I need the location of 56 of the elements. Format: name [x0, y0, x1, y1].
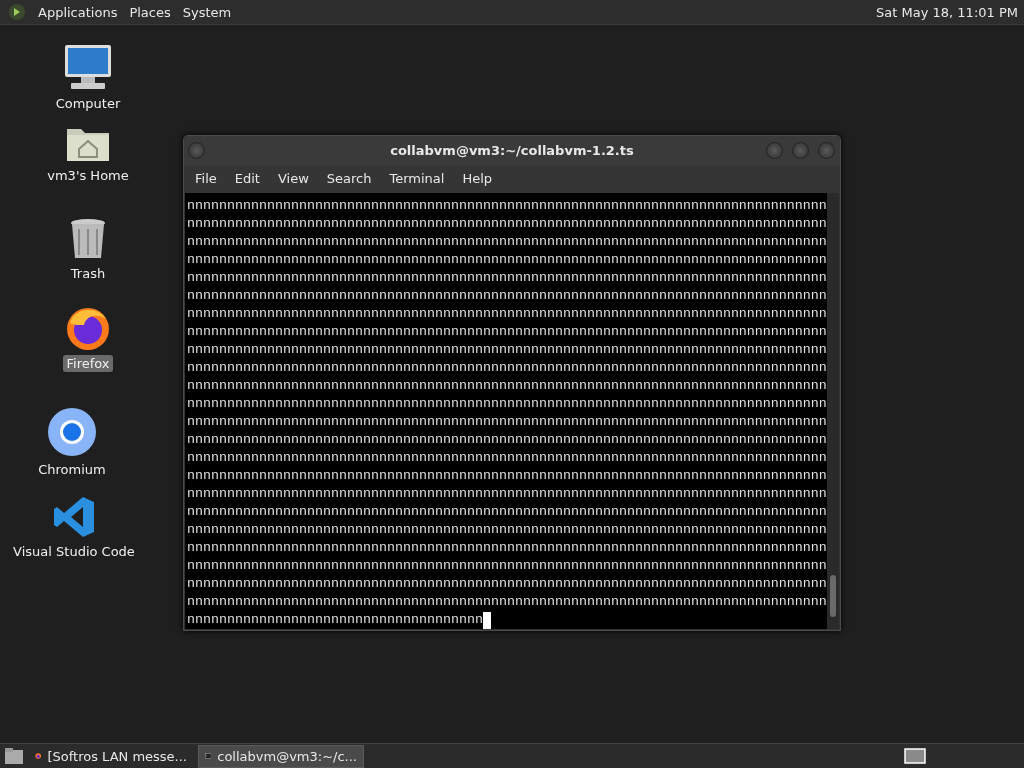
terminal-line: nnnnnnnnnnnnnnnnnnnnnnnnnnnnnnnnnnnnnnnnnnnnnnnnnnnnnnnnnnnnnnnnnnnnnnnnnnnnnnnn	[187, 323, 827, 341]
terminal-line: nnnnnnnnnnnnnnnnnnnnnnnnnnnnnnnnnnnnnnnnnnnnnnnnnnnnnnnnnnnnnnnnnnnnnnnnnnnnnnnn	[187, 521, 827, 539]
terminal-line: nnnnnnnnnnnnnnnnnnnnnnnnnnnnnnnnnnnnnnnnnnnnnnnnnnnnnnnnnnnnnnnnnnnnnnnnnnnnnnnn	[187, 575, 827, 593]
terminal-line: nnnnnnnnnnnnnnnnnnnnnnnnnnnnnnnnnnnnnnnnnnnnnnnnnnnnnnnnnnnnnnnnnnnnnnnnnnnnnnnn	[187, 539, 827, 557]
menu-item[interactable]: Terminal	[380, 171, 454, 187]
chromium-icon	[47, 407, 97, 457]
terminal-line: nnnnnnnnnnnnnnnnnnnnnnnnnnnnnnnnnnnnnnnnnnnnnnnnnnnnnnnnnnnnnnnnnnnnnnnnnnnnnnnn	[187, 359, 827, 377]
maximize-button[interactable]	[792, 142, 809, 159]
trash-icon	[69, 217, 107, 261]
app-menu-icon[interactable]	[8, 3, 26, 21]
desktop-icon-label[interactable]: Visual Studio Code	[10, 543, 138, 560]
terminal-line: nnnnnnnnnnnnnnnnnnnnnnnnnnnnnnnnnnnnnnnnnnnnnnnnnnnnnnnnnnnnnnnnnnnnnnnnnnnnnnnn	[187, 287, 827, 305]
terminal-line: nnnnnnnnnnnnnnnnnnnnnnnnnnnnnnnnnnnnnnnnnnnnnnnnnnnnnnnnnnnnnnnnnnnnnnnnnnnnnnnn	[187, 215, 827, 233]
close-button[interactable]	[818, 142, 835, 159]
terminal-line: nnnnnnnnnnnnnnnnnnnnnnnnnnnnnnnnnnnnnnnnnnnnnnnnnnnnnnnnnnnnnnnnnnnnnnnnnnnnnnnn	[187, 395, 827, 413]
terminal-line: nnnnnnnnnnnnnnnnnnnnnnnnnnnnnnnnnnnnnnnnnnnnnnnnnnnnnnnnnnnnnnnnnnnnnnnnnnnnnnnn	[187, 197, 827, 215]
menu-item[interactable]: Search	[317, 171, 381, 187]
panel-menu[interactable]: Places	[129, 4, 171, 20]
taskbar-button[interactable]: collabvm@vm3:~/c...	[198, 744, 364, 768]
menu-item[interactable]: View	[268, 171, 318, 187]
desktop-icon-label[interactable]: Firefox	[63, 355, 113, 372]
show-desktop-icon[interactable]	[4, 747, 24, 765]
terminal-line: nnnnnnnnnnnnnnnnnnnnnnnnnnnnnnnnnnnnnnnnnnnnnnnnnnnnnnnnnnnnnnnnnnnnnnnnnnnnnnnn	[187, 413, 827, 431]
terminal-line: nnnnnnnnnnnnnnnnnnnnnnnnnnnnnnnnnnnnnnnnnnnnnnnnnnnnnnnnnnnnnnnnnnnnnnnnnnnnnnnn	[187, 251, 827, 269]
code-editor-icon	[52, 495, 96, 539]
desktop-icon-label[interactable]: Chromium	[35, 461, 109, 478]
minimize-button[interactable]	[766, 142, 783, 159]
computer-icon	[63, 43, 113, 91]
terminal-line: nnnnnnnnnnnnnnnnnnnnnnnnnnnnnnnnnnnnnnnnnnnnnnnnnnnnnnnnnnnnnnnnnnnnnnnnnnnnnnnn	[187, 377, 827, 395]
terminal-line: nnnnnnnnnnnnnnnnnnnnnnnnnnnnnnnnnnnnnnnnnnnnnnnnnnnnnnnnnnnnnnnnnnnnnnnnnnnnnnnn	[187, 269, 827, 287]
menu-item[interactable]: File	[186, 171, 226, 187]
clock[interactable]: Sat May 18, 11:01 PM	[876, 4, 1018, 20]
window-menu-button[interactable]	[188, 142, 205, 159]
terminal-line: nnnnnnnnnnnnnnnnnnnnnnnnnnnnnnnnnnnnnnnnnnnnnnnnnnnnnnnnnnnnnnnnnnnnnnnnnnnnnnnn	[187, 503, 827, 521]
menu-item[interactable]: Help	[453, 171, 502, 187]
terminal-line: nnnnnnnnnnnnnnnnnnnnnnnnnnnnnnnnnnnnnnnnnnnnnnnnnnnnnnnnnnnnnnnnnnnnnnnnnnnnnnnn	[187, 305, 827, 323]
terminal-line: nnnnnnnnnnnnnnnnnnnnnnnnnnnnnnnnnnnnnnnnnnnnnnnnnnnnnnnnnnnnnnnnnnnnnnnnnnnnnnnn	[187, 341, 827, 359]
text-cursor	[482, 611, 491, 629]
terminal-line: nnnnnnnnnnnnnnnnnnnnnnnnnnnnnnnnnnnnnnnnnnnnnnnnnnnnnnnnnnnnnnnnnnnnnnnnnnnnnnnn	[187, 449, 827, 467]
panel-menu[interactable]: Applications	[38, 4, 118, 20]
terminal-line: nnnnnnnnnnnnnnnnnnnnnnnnnnnnnnnnnnnnn	[187, 611, 483, 629]
terminal-line: nnnnnnnnnnnnnnnnnnnnnnnnnnnnnnnnnnnnnnnnnnnnnnnnnnnnnnnnnnnnnnnnnnnnnnnnnnnnnnnn	[187, 431, 827, 449]
desktop-icon-label[interactable]: vm3's Home	[44, 167, 132, 184]
panel-menu[interactable]: System	[182, 4, 232, 20]
terminal-line: nnnnnnnnnnnnnnnnnnnnnnnnnnnnnnnnnnnnnnnnnnnnnnnnnnnnnnnnnnnnnnnnnnnnnnnnnnnnnnnn	[187, 467, 827, 485]
window-title: collabvm@vm3:~/collabvm-1.2.ts	[390, 143, 634, 158]
desktop-icon-label[interactable]: Trash	[67, 265, 109, 282]
terminal-line: nnnnnnnnnnnnnnnnnnnnnnnnnnnnnnnnnnnnnnnnnnnnnnnnnnnnnnnnnnnnnnnnnnnnnnnnnnnnnnnn	[187, 233, 827, 251]
terminal-line: nnnnnnnnnnnnnnnnnnnnnnnnnnnnnnnnnnnnnnnnnnnnnnnnnnnnnnnnnnnnnnnnnnnnnnnnnnnnnnnn	[187, 593, 827, 611]
workspace-switcher-icon[interactable]	[904, 748, 926, 764]
terminal-line: nnnnnnnnnnnnnnnnnnnnnnnnnnnnnnnnnnnnnnnnnnnnnnnnnnnnnnnnnnnnnnnnnnnnnnnnnnnnnnnn	[187, 557, 827, 575]
scrollbar[interactable]	[826, 193, 839, 629]
terminal-line: nnnnnnnnnnnnnnnnnnnnnnnnnnnnnnnnnnnnnnnnnnnnnnnnnnnnnnnnnnnnnnnnnnnnnnnnnnnnnnnn	[187, 485, 827, 503]
menu-item[interactable]: Edit	[225, 171, 269, 187]
scrollbar-thumb[interactable]	[829, 575, 836, 617]
desktop-icon-label[interactable]: Computer	[52, 95, 124, 112]
